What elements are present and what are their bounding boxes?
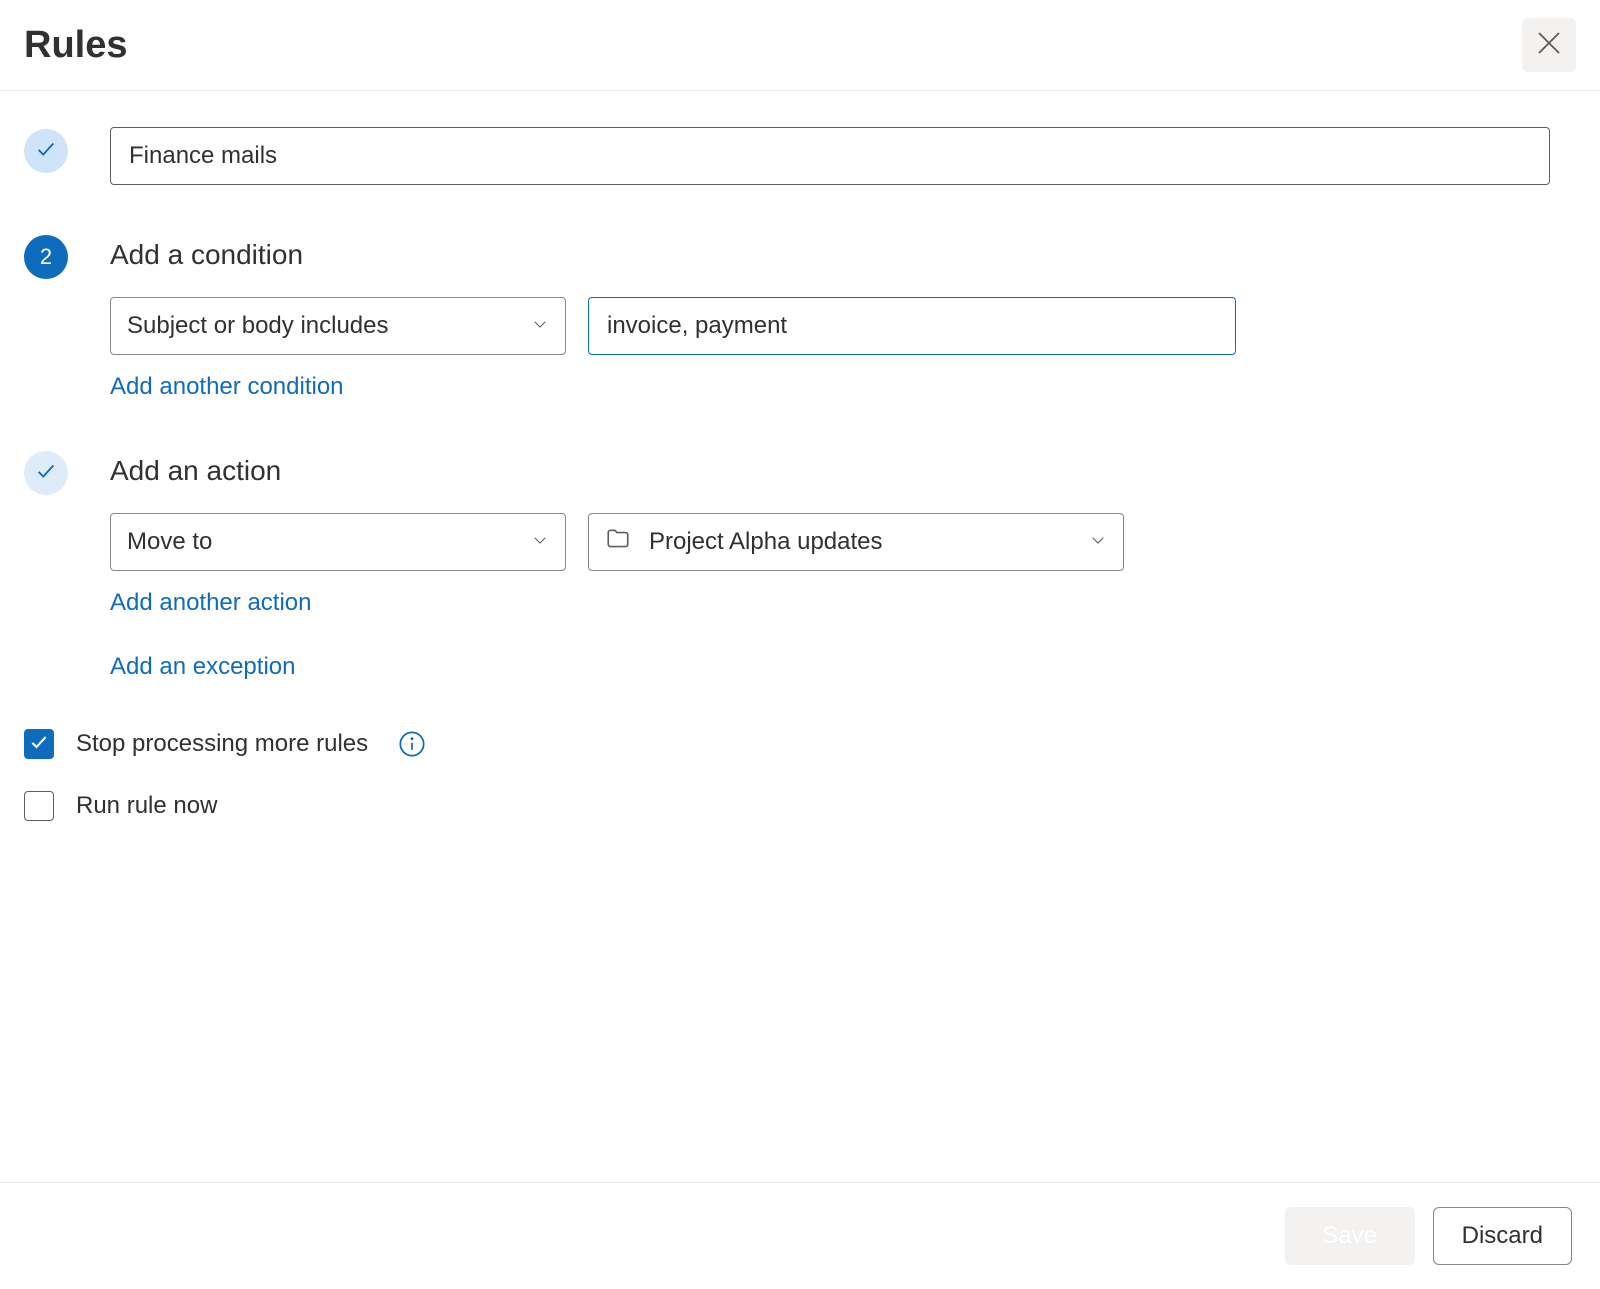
- condition-row: Subject or body includes: [110, 297, 1576, 355]
- check-icon: [35, 460, 57, 487]
- step-condition-content: Add a condition Subject or body includes…: [110, 233, 1576, 401]
- dialog-header: Rules: [0, 0, 1600, 91]
- discard-button[interactable]: Discard: [1433, 1207, 1572, 1265]
- action-row: Move to Project Alpha updates: [110, 513, 1576, 571]
- step-condition: 2 Add a condition Subject or body includ…: [24, 233, 1576, 401]
- folder-label: Project Alpha updates: [649, 528, 883, 556]
- options: Stop processing more rules Run rule now: [24, 729, 1576, 821]
- run-rule-now-row: Run rule now: [24, 791, 1576, 821]
- chevron-down-icon: [531, 312, 549, 340]
- rules-dialog: Rules 2 Add a condition: [0, 0, 1600, 1289]
- run-rule-now-checkbox[interactable]: [24, 791, 54, 821]
- stop-processing-label: Stop processing more rules: [76, 730, 368, 758]
- folder-picker-left: Project Alpha updates: [605, 526, 883, 559]
- step-action-content: Add an action Move to Project A: [110, 449, 1576, 681]
- condition-value-input[interactable]: [588, 297, 1236, 355]
- action-type-label: Move to: [127, 528, 212, 556]
- run-rule-now-label: Run rule now: [76, 792, 217, 820]
- add-another-condition-link[interactable]: Add another condition: [110, 373, 1576, 401]
- check-icon: [29, 732, 49, 757]
- action-type-dropdown[interactable]: Move to: [110, 513, 566, 571]
- step-badge-pending: [24, 451, 68, 495]
- close-button[interactable]: [1522, 18, 1576, 72]
- folder-icon: [605, 526, 631, 559]
- dialog-title: Rules: [24, 24, 127, 67]
- step-name: [24, 127, 1576, 185]
- add-another-action-link[interactable]: Add another action: [110, 589, 1576, 617]
- step-action: Add an action Move to Project A: [24, 449, 1576, 681]
- condition-type-label: Subject or body includes: [127, 312, 389, 340]
- chevron-down-icon: [1089, 528, 1107, 556]
- stop-processing-row: Stop processing more rules: [24, 729, 1576, 759]
- add-exception-link[interactable]: Add an exception: [110, 653, 1576, 681]
- condition-type-dropdown[interactable]: Subject or body includes: [110, 297, 566, 355]
- dialog-footer: Save Discard: [0, 1182, 1600, 1289]
- step-badge-done: [24, 129, 68, 173]
- action-title: Add an action: [110, 455, 1576, 487]
- chevron-down-icon: [531, 528, 549, 556]
- folder-picker[interactable]: Project Alpha updates: [588, 513, 1124, 571]
- save-button-label: Save: [1322, 1222, 1377, 1250]
- check-icon: [35, 138, 57, 165]
- close-icon: [1534, 28, 1564, 63]
- stop-processing-checkbox[interactable]: [24, 729, 54, 759]
- discard-button-label: Discard: [1462, 1222, 1543, 1250]
- step-name-content: [110, 127, 1576, 185]
- step-number: 2: [40, 244, 52, 270]
- info-icon[interactable]: [398, 730, 426, 758]
- step-badge-active: 2: [24, 235, 68, 279]
- save-button[interactable]: Save: [1285, 1207, 1415, 1265]
- dialog-body: 2 Add a condition Subject or body includ…: [0, 91, 1600, 1182]
- rule-name-input[interactable]: [110, 127, 1550, 185]
- condition-title: Add a condition: [110, 239, 1576, 271]
